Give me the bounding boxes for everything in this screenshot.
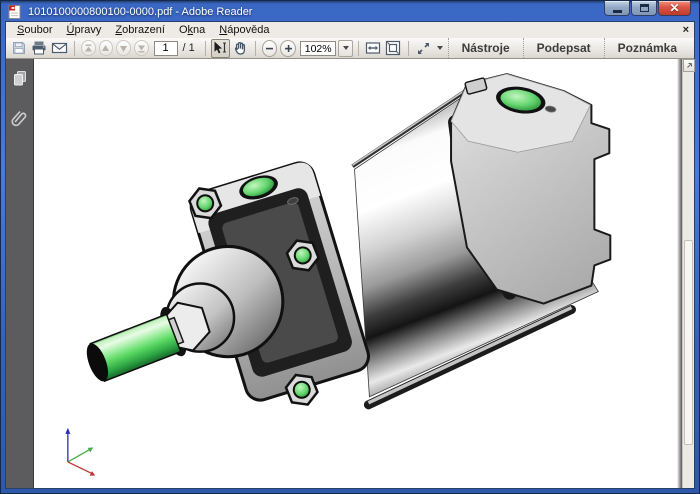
scrollbar-rail[interactable] (682, 59, 695, 488)
zoom-out-icon (266, 47, 274, 49)
email-button[interactable] (50, 39, 69, 58)
zoom-in-button[interactable] (280, 39, 296, 57)
nastroje-button[interactable]: Nástroje (447, 38, 523, 58)
last-page-icon (137, 45, 145, 52)
select-tool-button[interactable] (210, 38, 230, 58)
close-icon: ✕ (669, 1, 680, 15)
cylinder-3d-model[interactable] (34, 59, 677, 488)
print-icon (32, 41, 46, 55)
reading-mode-icon (417, 42, 429, 54)
last-page-button[interactable] (133, 40, 149, 56)
zoom-in-icon (284, 44, 292, 52)
piston-rod (86, 313, 182, 383)
toolbar-separator (204, 40, 206, 56)
fit-page-icon (386, 40, 401, 56)
menu-napoveda[interactable]: Nápověda (212, 23, 276, 37)
menu-zobrazeni[interactable]: Zobrazení (108, 23, 172, 37)
scrollbar-track[interactable] (683, 72, 694, 488)
more-options-chevron (437, 46, 444, 50)
title-bar: 1010100000800100-0000.pdf - Adobe Reader… (1, 1, 699, 22)
toolbar-separator (254, 40, 256, 56)
save-icon (13, 42, 26, 54)
menubar-close-icon[interactable]: × (683, 24, 689, 36)
hand-tool-icon (235, 41, 246, 55)
poznamka-button[interactable]: Poznámka (603, 38, 690, 58)
maximize-button[interactable] (631, 1, 657, 16)
scroll-options-button[interactable] (683, 59, 695, 72)
zoom-out-button[interactable] (261, 39, 278, 57)
hand-tool-button[interactable] (231, 39, 250, 58)
scrollbar-thumb[interactable] (684, 240, 693, 445)
toolbar-more-button[interactable] (434, 39, 447, 58)
page-number-input[interactable] (153, 40, 178, 56)
podepsat-button[interactable]: Podepsat (522, 38, 604, 58)
select-tool-icon (214, 41, 227, 54)
print-button[interactable] (30, 39, 49, 58)
page-count-label: / 1 (182, 42, 195, 54)
email-icon (51, 42, 68, 54)
diagonal-arrow-icon (686, 62, 692, 68)
toolbar-separator (73, 40, 75, 56)
previous-page-button[interactable] (98, 40, 114, 56)
fit-width-button[interactable] (364, 39, 383, 58)
reading-mode-button[interactable] (414, 39, 433, 58)
zoom-level-dropdown[interactable] (338, 39, 353, 57)
save-button[interactable] (10, 39, 29, 58)
menu-bar: Soubor Úpravy Zobrazení Okna Nápověda × (6, 22, 694, 38)
menu-okna[interactable]: Okna (172, 23, 212, 37)
first-page-button[interactable] (80, 40, 96, 56)
page-thumbnails-icon (13, 71, 26, 86)
toolbar-separator (407, 40, 409, 56)
toolbar-separator (358, 40, 359, 56)
maximize-icon (639, 4, 649, 12)
navigation-pane-strip (6, 59, 34, 488)
document-page[interactable] (34, 59, 677, 488)
menu-soubor[interactable]: Soubor (10, 23, 60, 37)
minimize-button[interactable] (604, 1, 630, 16)
chevron-down-icon (342, 46, 349, 50)
content-area (6, 59, 695, 488)
menu-upravy[interactable]: Úpravy (60, 23, 109, 37)
first-page-icon (84, 44, 92, 51)
axis-triad (65, 427, 96, 476)
toolbar-right-actions: Nástroje Podepsat Poznámka (447, 38, 690, 58)
next-page-button[interactable] (116, 40, 131, 56)
previous-page-icon (102, 44, 110, 51)
adobe-reader-pdf-icon (8, 5, 21, 19)
next-page-icon (120, 45, 128, 52)
zoom-level-value[interactable]: 102% (300, 40, 337, 56)
window-controls: ✕ (604, 1, 691, 16)
adobe-reader-window: 1010100000800100-0000.pdf - Adobe Reader… (0, 0, 700, 494)
fit-page-button[interactable] (384, 39, 403, 58)
fit-width-icon (366, 42, 381, 54)
minimize-icon (612, 9, 622, 13)
attachments-button[interactable] (9, 106, 31, 130)
toolbar: / 1 (6, 38, 694, 59)
client-area: Soubor Úpravy Zobrazení Okna Nápověda × (6, 22, 695, 488)
attachments-icon (10, 111, 26, 127)
page-thumbnails-button[interactable] (9, 66, 31, 90)
window-title: 1010100000800100-0000.pdf - Adobe Reader (28, 6, 253, 18)
close-button[interactable]: ✕ (658, 1, 691, 16)
